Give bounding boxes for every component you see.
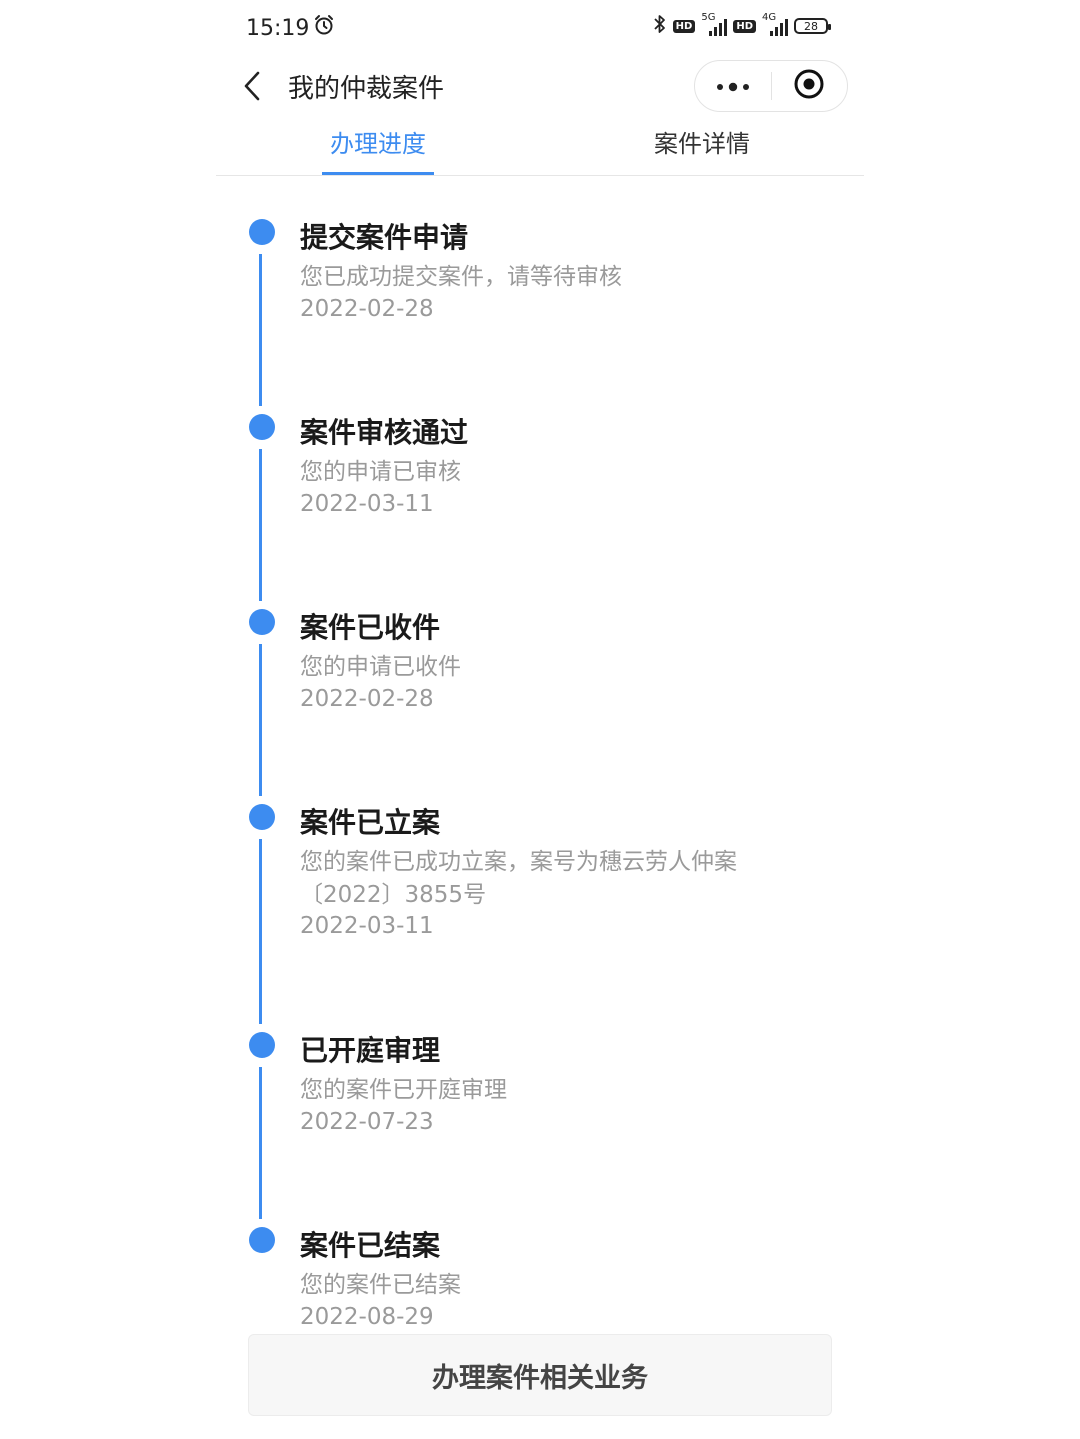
- timeline-desc: 您的申请已收件: [300, 654, 461, 680]
- timeline-title: 案件审核通过: [300, 416, 469, 449]
- timeline-date: 2022-03-11: [300, 913, 434, 939]
- hd-badge-2: HD: [733, 19, 756, 33]
- signal-4g-icon: 4G: [762, 12, 788, 36]
- timeline-connector: [259, 839, 262, 1024]
- tab-active-indicator: [322, 172, 434, 175]
- more-dots-icon: [716, 77, 750, 96]
- page-title: 我的仲裁案件: [288, 74, 445, 104]
- back-icon[interactable]: [238, 68, 266, 104]
- timeline-date: 2022-08-29: [300, 1304, 434, 1330]
- timeline-desc-continued: 〔2022〕3855号: [300, 882, 487, 908]
- tab-progress[interactable]: 办理进度: [298, 124, 458, 159]
- target-close-icon: [793, 68, 825, 104]
- tab-bar: 办理进度 案件详情: [216, 116, 864, 176]
- timeline-dot: [249, 1032, 275, 1058]
- hd-badge: HD: [672, 19, 696, 33]
- timeline-connector: [259, 254, 262, 406]
- progress-timeline: 提交案件申请 您已成功提交案件，请等待审核 2022-02-28 案件审核通过 …: [216, 176, 864, 1336]
- timeline-desc: 您已成功提交案件，请等待审核: [300, 264, 622, 290]
- status-time: 15:19: [246, 15, 310, 41]
- timeline-date: 2022-02-28: [300, 296, 434, 322]
- timeline-desc: 您的案件已开庭审理: [300, 1077, 507, 1103]
- timeline-connector: [259, 644, 262, 796]
- timeline-date: 2022-07-23: [300, 1109, 434, 1135]
- handle-case-business-button[interactable]: 办理案件相关业务: [248, 1334, 832, 1416]
- timeline-date: 2022-02-28: [300, 686, 434, 712]
- timeline-dot: [249, 1227, 275, 1253]
- timeline-title: 案件已结案: [300, 1229, 441, 1262]
- timeline-title: 案件已立案: [300, 806, 441, 839]
- more-button[interactable]: [695, 61, 771, 111]
- timeline-dot: [249, 609, 275, 635]
- timeline-dot: [249, 414, 275, 440]
- timeline-title: 案件已收件: [300, 611, 441, 644]
- close-button[interactable]: [772, 61, 848, 111]
- timeline-dot: [249, 804, 275, 830]
- timeline-dot: [249, 219, 275, 245]
- timeline-desc: 您的案件已成功立案，案号为穗云劳人仲案: [300, 849, 737, 875]
- status-time-group: 15:19: [246, 14, 335, 42]
- battery-icon: 28: [794, 18, 831, 34]
- mini-program-capsule: [694, 60, 848, 112]
- nav-bar: 我的仲裁案件: [216, 56, 864, 116]
- timeline-desc: 您的案件已结案: [300, 1272, 461, 1298]
- alarm-icon: [313, 14, 335, 42]
- status-bar: 15:19 HD 5G HD 4G 28: [216, 0, 864, 56]
- timeline-title: 已开庭审理: [300, 1034, 441, 1067]
- timeline-date: 2022-03-11: [300, 491, 434, 517]
- timeline-connector: [259, 449, 262, 601]
- phone-screen: 15:19 HD 5G HD 4G 28 我的仲裁案件 办理进度 案件详情 提交…: [216, 0, 864, 1439]
- signal-5g-icon: 5G: [701, 12, 728, 36]
- timeline-desc: 您的申请已审核: [300, 459, 461, 485]
- status-indicators: HD 5G HD 4G 28: [653, 12, 831, 38]
- tab-case-detail[interactable]: 案件详情: [622, 124, 782, 159]
- timeline-connector: [259, 1067, 262, 1219]
- bluetooth-icon: [653, 14, 667, 38]
- timeline-title: 提交案件申请: [300, 221, 469, 254]
